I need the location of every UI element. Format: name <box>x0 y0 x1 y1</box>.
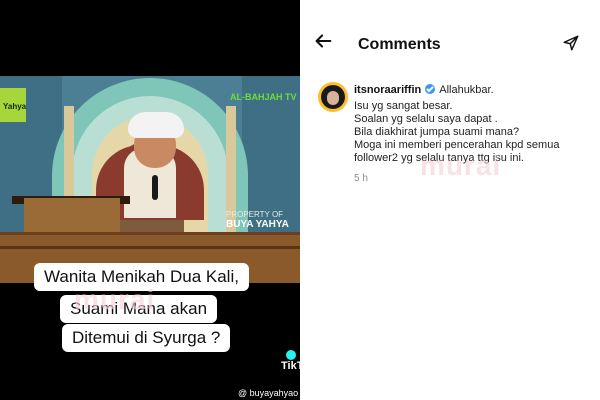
video-panel: Yahya AL-BAHJAH TV PROPERTY OF BUYA YAHY… <box>0 0 300 400</box>
murai-watermark-right: murai <box>420 150 502 181</box>
paper-plane-icon[interactable] <box>562 34 580 52</box>
page-title: Comments <box>358 36 441 53</box>
channel-name: AL-BAHJAH TV <box>230 92 297 102</box>
tiktok-icon <box>286 350 296 360</box>
speaker-turban <box>128 112 184 138</box>
comment-line-1: Isu yg sangat besar. <box>354 100 453 112</box>
tiktok-label: TikT <box>281 360 300 372</box>
caption-line-3: Ditemui di Syurga ? <box>62 324 231 352</box>
avatar[interactable] <box>318 82 348 112</box>
comments-header: Comments <box>300 0 600 62</box>
watermark-property: PROPERTY OF <box>226 210 284 219</box>
desk-line <box>0 246 300 249</box>
murai-watermark: murai <box>74 284 156 315</box>
microphone <box>152 175 158 200</box>
arrow-left-icon[interactable] <box>312 30 334 52</box>
avatar-image <box>321 85 345 109</box>
watermark-name: BUYA YAHYA <box>226 219 289 230</box>
comment-first-line: Allahukbar. <box>439 84 494 96</box>
comment-username[interactable]: itsnoraariffin <box>354 84 421 96</box>
tiktok-handle: @ buyayahyao <box>238 388 299 398</box>
comments-panel: Comments itsnoraariffin Allahukbar. Isu y… <box>300 0 600 400</box>
channel-logo-icon: Yahya <box>0 88 26 122</box>
comment-line-3: Bila diakhirat jumpa suami mana? <box>354 126 520 138</box>
avatar-face <box>327 91 339 105</box>
verified-badge-icon <box>425 84 436 94</box>
comment-line-2: Soalan yg selalu saya dapat . <box>354 113 498 125</box>
logo-text: Yahya <box>3 102 27 111</box>
